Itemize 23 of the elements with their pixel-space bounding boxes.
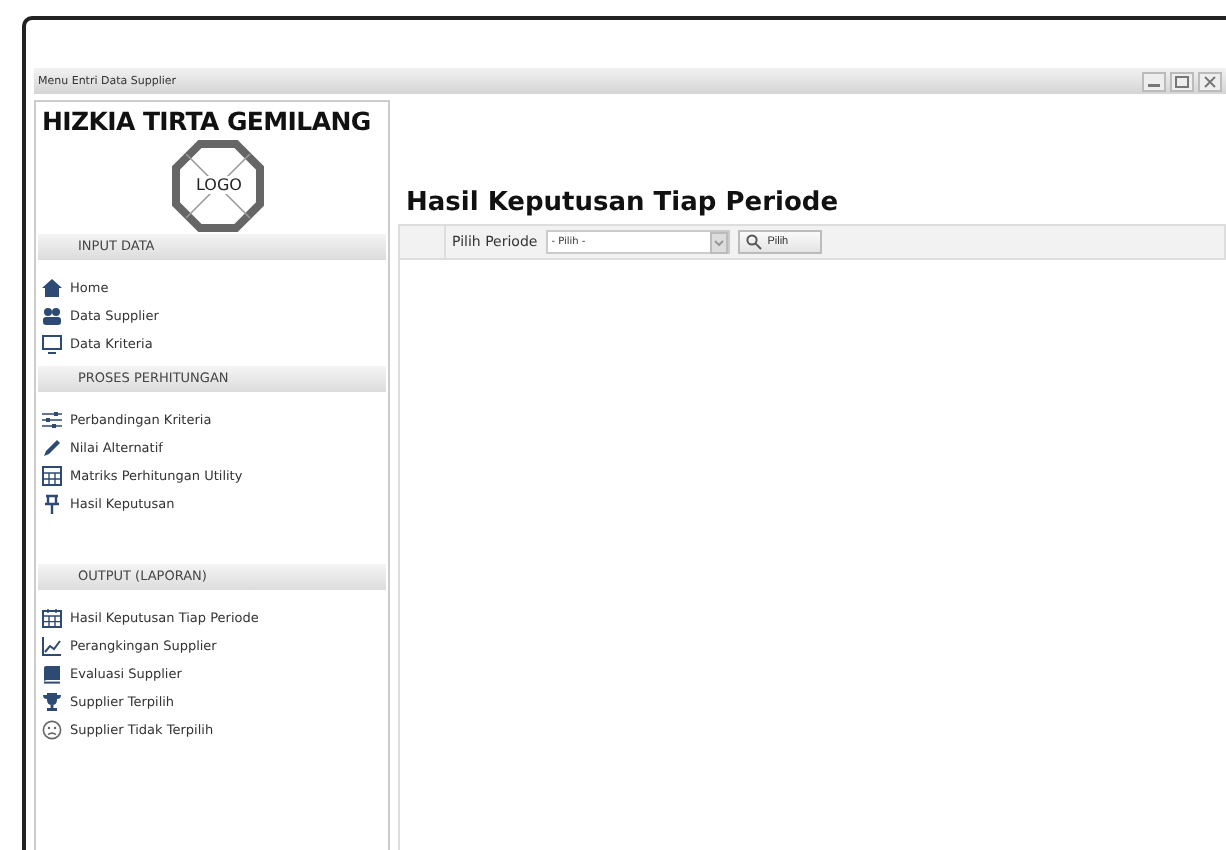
home-icon <box>42 277 62 297</box>
chart-icon <box>42 635 62 655</box>
calendar-icon <box>42 607 62 627</box>
octagon-logo-icon <box>172 140 264 232</box>
pin-icon <box>42 493 62 513</box>
maximize-button[interactable] <box>1170 71 1194 91</box>
face-icon <box>42 719 62 739</box>
monitor-icon <box>42 333 62 353</box>
maximize-icon <box>1174 75 1190 87</box>
close-icon <box>1202 75 1218 87</box>
caret-icon <box>709 231 728 253</box>
people-icon <box>42 305 62 325</box>
pencil-icon <box>42 437 62 457</box>
close-button[interactable] <box>1198 71 1222 91</box>
logo-text: LOGO <box>194 176 244 194</box>
company-name: HIZKIA TIRTA GEMILANG <box>40 106 373 136</box>
search-icon <box>745 234 762 250</box>
sliders-icon <box>42 409 62 429</box>
grid-icon <box>42 465 62 485</box>
minimize-button[interactable] <box>1142 71 1166 91</box>
page-heading: Hasil Keputusan Tiap Periode <box>404 188 841 222</box>
book-icon <box>42 663 62 683</box>
trophy-icon <box>42 691 62 711</box>
